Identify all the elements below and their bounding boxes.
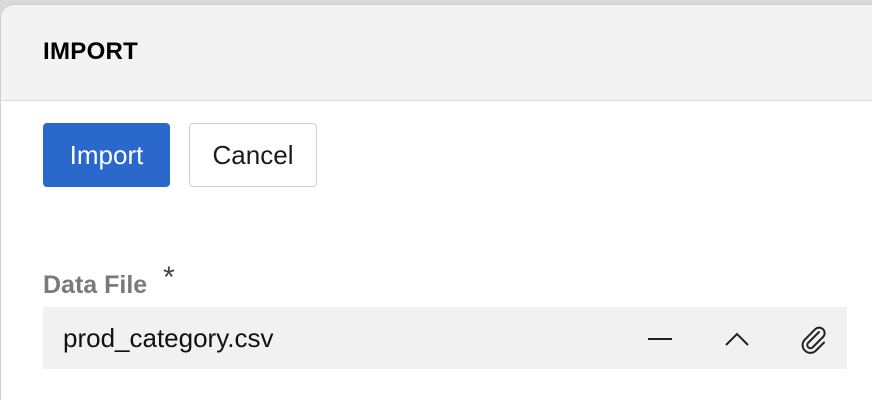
minus-icon-graphic [648, 338, 672, 340]
cancel-button[interactable]: Cancel [189, 123, 317, 187]
data-file-label: Data File [43, 271, 148, 299]
paperclip-icon-graphic [801, 326, 826, 354]
required-indicator: * [163, 261, 175, 294]
import-button[interactable]: Import [43, 123, 170, 187]
dialog-header: IMPORT [1, 5, 872, 101]
dialog-title: IMPORT [43, 38, 139, 65]
import-dialog: IMPORT Import Cancel Data File * prod_ca… [0, 4, 872, 400]
data-file-value: prod_category.csv [63, 323, 274, 353]
minus-icon[interactable] [640, 319, 680, 359]
chevron-up-icon[interactable] [717, 319, 757, 359]
chevron-up-icon-graphic [725, 332, 749, 346]
paperclip-icon[interactable] [793, 319, 833, 359]
data-file-field[interactable]: prod_category.csv [43, 307, 847, 369]
